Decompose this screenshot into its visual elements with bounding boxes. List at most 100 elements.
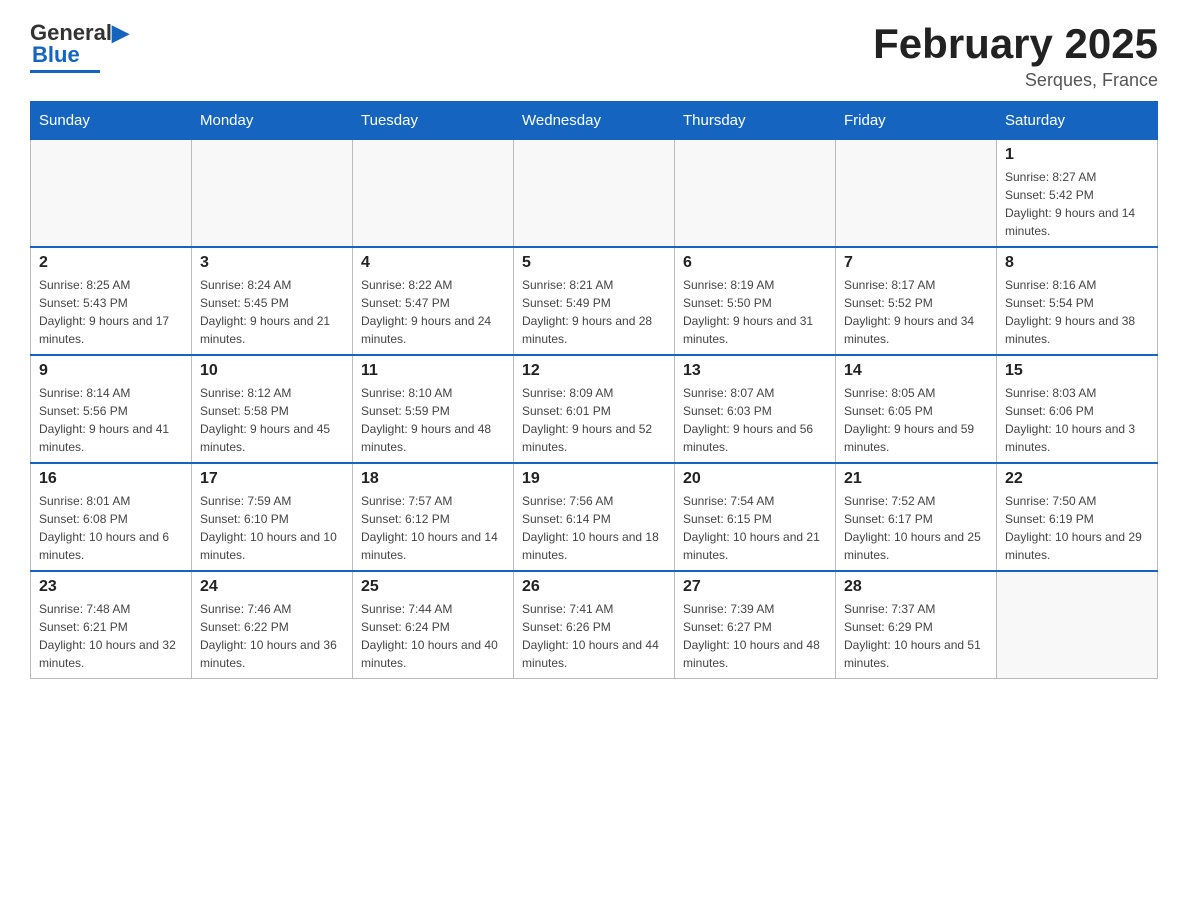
col-monday: Monday: [192, 102, 353, 140]
day-number: 24: [200, 578, 344, 596]
day-info: Sunrise: 8:25 AMSunset: 5:43 PMDaylight:…: [39, 276, 183, 348]
day-cell: 17 Sunrise: 7:59 AMSunset: 6:10 PMDayligh…: [192, 463, 353, 571]
logo-blue-word: Blue: [32, 42, 80, 68]
day-number: 3: [200, 254, 344, 272]
day-cell: 12 Sunrise: 8:09 AMSunset: 6:01 PMDayligh…: [514, 355, 675, 463]
day-cell: 15 Sunrise: 8:03 AMSunset: 6:06 PMDayligh…: [997, 355, 1158, 463]
day-cell: [836, 140, 997, 248]
day-cell: 5Sunrise: 8:21 AMSunset: 5:49 PMDaylight…: [514, 247, 675, 355]
day-number: 27: [683, 578, 827, 596]
day-info: Sunrise: 8:24 AMSunset: 5:45 PMDaylight:…: [200, 276, 344, 348]
col-tuesday: Tuesday: [353, 102, 514, 140]
month-title: February 2025: [873, 20, 1158, 68]
calendar-header-row: Sunday Monday Tuesday Wednesday Thursday…: [31, 102, 1158, 140]
day-cell: 18 Sunrise: 7:57 AMSunset: 6:12 PMDayligh…: [353, 463, 514, 571]
day-number: 20: [683, 470, 827, 488]
logo-blue-text: ▶: [112, 20, 129, 45]
day-cell: 4Sunrise: 8:22 AMSunset: 5:47 PMDaylight…: [353, 247, 514, 355]
day-cell: 28Sunrise: 7:37 AMSunset: 6:29 PMDayligh…: [836, 571, 997, 679]
day-info: Sunrise: 7:39 AMSunset: 6:27 PMDaylight:…: [683, 600, 827, 672]
day-number: 11: [361, 362, 505, 380]
day-number: 13: [683, 362, 827, 380]
logo-underline: [30, 70, 100, 73]
day-number: 22: [1005, 470, 1149, 488]
day-cell: 9 Sunrise: 8:14 AMSunset: 5:56 PMDaylight…: [31, 355, 192, 463]
day-cell: 27 Sunrise: 7:39 AMSunset: 6:27 PMDayligh…: [675, 571, 836, 679]
day-cell: 25 Sunrise: 7:44 AMSunset: 6:24 PMDayligh…: [353, 571, 514, 679]
day-info: Sunrise: 7:44 AMSunset: 6:24 PMDaylight:…: [361, 600, 505, 672]
day-number: 2: [39, 254, 183, 272]
day-number: 18: [361, 470, 505, 488]
day-info: Sunrise: 8:03 AMSunset: 6:06 PMDaylight:…: [1005, 384, 1149, 456]
day-cell: 14 Sunrise: 8:05 AMSunset: 6:05 PMDayligh…: [836, 355, 997, 463]
day-info: Sunrise: 7:59 AMSunset: 6:10 PMDaylight:…: [200, 492, 344, 564]
day-number: 9: [39, 362, 183, 380]
day-info: Sunrise: 7:57 AMSunset: 6:12 PMDaylight:…: [361, 492, 505, 564]
col-friday: Friday: [836, 102, 997, 140]
day-cell: 26Sunrise: 7:41 AMSunset: 6:26 PMDayligh…: [514, 571, 675, 679]
week-row-1: 1 Sunrise: 8:27 AMSunset: 5:42 PMDaylight…: [31, 140, 1158, 248]
week-row-3: 9 Sunrise: 8:14 AMSunset: 5:56 PMDaylight…: [31, 355, 1158, 463]
day-cell: 21Sunrise: 7:52 AMSunset: 6:17 PMDayligh…: [836, 463, 997, 571]
day-info: Sunrise: 8:10 AMSunset: 5:59 PMDaylight:…: [361, 384, 505, 456]
day-number: 8: [1005, 254, 1149, 272]
day-info: Sunrise: 8:17 AMSunset: 5:52 PMDaylight:…: [844, 276, 988, 348]
day-info: Sunrise: 7:50 AMSunset: 6:19 PMDaylight:…: [1005, 492, 1149, 564]
week-row-5: 23Sunrise: 7:48 AMSunset: 6:21 PMDayligh…: [31, 571, 1158, 679]
day-cell: 24 Sunrise: 7:46 AMSunset: 6:22 PMDayligh…: [192, 571, 353, 679]
day-info: Sunrise: 7:52 AMSunset: 6:17 PMDaylight:…: [844, 492, 988, 564]
day-info: Sunrise: 8:01 AMSunset: 6:08 PMDaylight:…: [39, 492, 183, 564]
day-cell: 20 Sunrise: 7:54 AMSunset: 6:15 PMDayligh…: [675, 463, 836, 571]
day-info: Sunrise: 8:07 AMSunset: 6:03 PMDaylight:…: [683, 384, 827, 456]
day-info: Sunrise: 8:14 AMSunset: 5:56 PMDaylight:…: [39, 384, 183, 456]
day-number: 12: [522, 362, 666, 380]
week-row-4: 16 Sunrise: 8:01 AMSunset: 6:08 PMDayligh…: [31, 463, 1158, 571]
day-cell: 2 Sunrise: 8:25 AMSunset: 5:43 PMDaylight…: [31, 247, 192, 355]
calendar-table: Sunday Monday Tuesday Wednesday Thursday…: [30, 101, 1158, 679]
day-cell: 7 Sunrise: 8:17 AMSunset: 5:52 PMDaylight…: [836, 247, 997, 355]
week-row-2: 2 Sunrise: 8:25 AMSunset: 5:43 PMDaylight…: [31, 247, 1158, 355]
day-number: 6: [683, 254, 827, 272]
day-cell: [997, 571, 1158, 679]
logo: General▶ Blue: [30, 20, 129, 73]
day-info: Sunrise: 8:19 AMSunset: 5:50 PMDaylight:…: [683, 276, 827, 348]
day-number: 10: [200, 362, 344, 380]
day-cell: 10 Sunrise: 8:12 AMSunset: 5:58 PMDayligh…: [192, 355, 353, 463]
day-cell: 1 Sunrise: 8:27 AMSunset: 5:42 PMDaylight…: [997, 140, 1158, 248]
day-info: Sunrise: 8:27 AMSunset: 5:42 PMDaylight:…: [1005, 168, 1149, 240]
day-info: Sunrise: 8:12 AMSunset: 5:58 PMDaylight:…: [200, 384, 344, 456]
day-number: 17: [200, 470, 344, 488]
day-info: Sunrise: 7:54 AMSunset: 6:15 PMDaylight:…: [683, 492, 827, 564]
day-info: Sunrise: 7:46 AMSunset: 6:22 PMDaylight:…: [200, 600, 344, 672]
day-number: 19: [522, 470, 666, 488]
day-number: 26: [522, 578, 666, 596]
day-info: Sunrise: 8:21 AMSunset: 5:49 PMDaylight:…: [522, 276, 666, 348]
day-info: Sunrise: 8:05 AMSunset: 6:05 PMDaylight:…: [844, 384, 988, 456]
day-cell: 3 Sunrise: 8:24 AMSunset: 5:45 PMDaylight…: [192, 247, 353, 355]
col-sunday: Sunday: [31, 102, 192, 140]
day-cell: [353, 140, 514, 248]
day-cell: 11 Sunrise: 8:10 AMSunset: 5:59 PMDayligh…: [353, 355, 514, 463]
day-cell: [192, 140, 353, 248]
page-header: General▶ Blue February 2025 Serques, Fra…: [30, 20, 1158, 91]
title-block: February 2025 Serques, France: [873, 20, 1158, 91]
day-info: Sunrise: 7:37 AMSunset: 6:29 PMDaylight:…: [844, 600, 988, 672]
col-thursday: Thursday: [675, 102, 836, 140]
day-info: Sunrise: 7:48 AMSunset: 6:21 PMDaylight:…: [39, 600, 183, 672]
day-cell: 19 Sunrise: 7:56 AMSunset: 6:14 PMDayligh…: [514, 463, 675, 571]
day-cell: [675, 140, 836, 248]
day-cell: 8 Sunrise: 8:16 AMSunset: 5:54 PMDaylight…: [997, 247, 1158, 355]
day-info: Sunrise: 8:16 AMSunset: 5:54 PMDaylight:…: [1005, 276, 1149, 348]
day-number: 25: [361, 578, 505, 596]
day-number: 1: [1005, 146, 1149, 164]
day-number: 7: [844, 254, 988, 272]
day-number: 16: [39, 470, 183, 488]
day-cell: 23Sunrise: 7:48 AMSunset: 6:21 PMDayligh…: [31, 571, 192, 679]
day-cell: [31, 140, 192, 248]
day-cell: 22 Sunrise: 7:50 AMSunset: 6:19 PMDayligh…: [997, 463, 1158, 571]
day-number: 15: [1005, 362, 1149, 380]
day-info: Sunrise: 7:56 AMSunset: 6:14 PMDaylight:…: [522, 492, 666, 564]
col-wednesday: Wednesday: [514, 102, 675, 140]
day-number: 14: [844, 362, 988, 380]
day-info: Sunrise: 8:09 AMSunset: 6:01 PMDaylight:…: [522, 384, 666, 456]
